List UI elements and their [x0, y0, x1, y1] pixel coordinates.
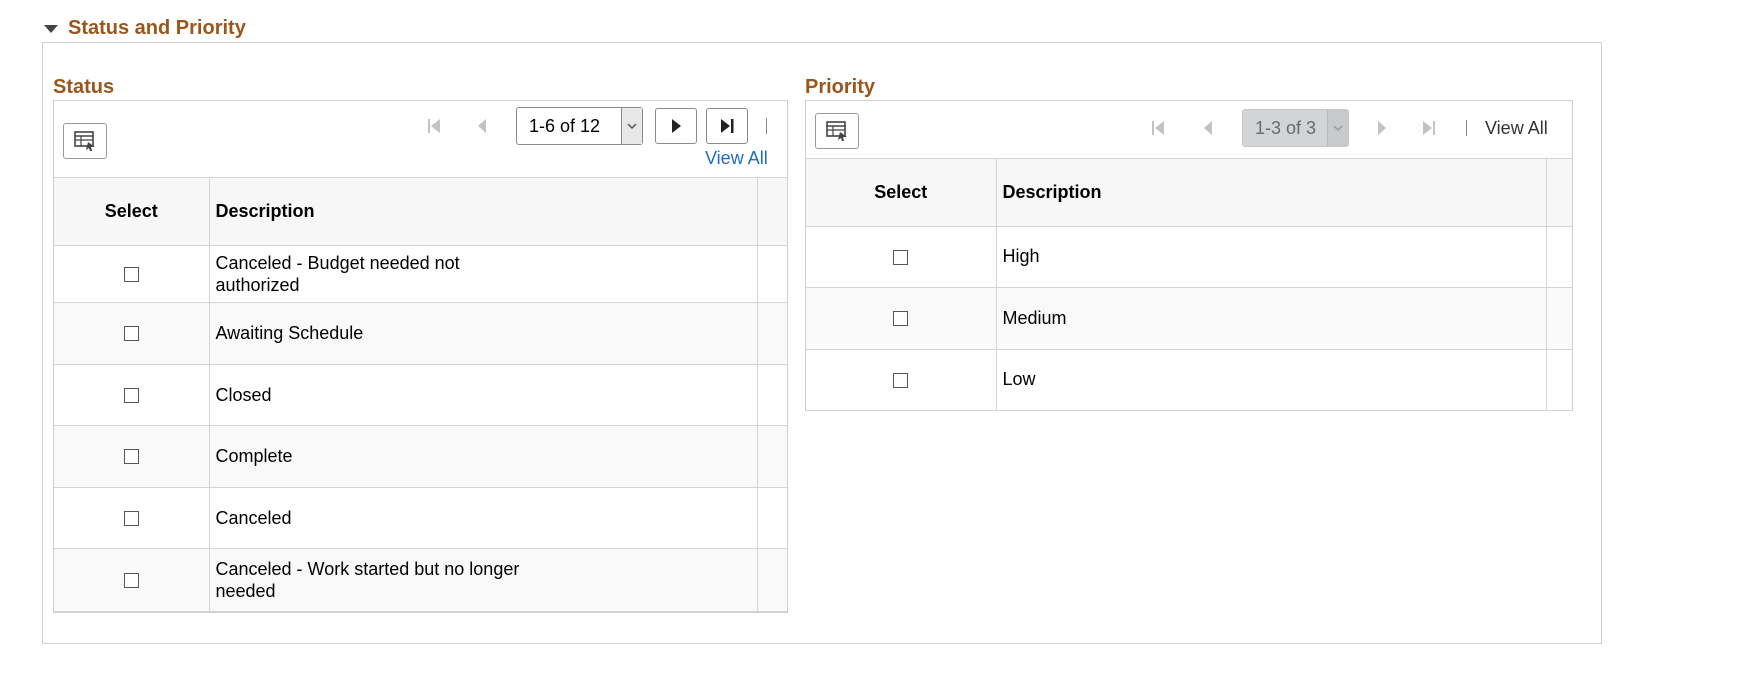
priority-last-page-button[interactable]: [1418, 113, 1440, 143]
priority-row-description: Low: [1002, 369, 1036, 389]
status-grid: 1-6 of 12 View All Select Description Ca…: [53, 100, 788, 613]
last-page-icon: [1423, 121, 1435, 135]
status-row-checkbox[interactable]: [123, 266, 139, 282]
status-row-description: Complete: [215, 446, 293, 466]
priority-toolbar-separator: [1466, 120, 1467, 136]
table-row: Canceled - Work started but no longer ne…: [54, 548, 787, 612]
status-grid-toolbar: 1-6 of 12 View All: [54, 101, 787, 178]
status-row-checkbox[interactable]: [123, 449, 139, 465]
priority-row-description: High: [1002, 246, 1040, 266]
status-previous-page-button[interactable]: [472, 111, 492, 141]
status-grid-title: Status: [53, 76, 115, 98]
table-row: Low: [806, 349, 1572, 411]
table-row: High: [806, 226, 1572, 288]
triangle-down-icon: [44, 25, 58, 33]
priority-previous-page-button[interactable]: [1198, 113, 1218, 143]
status-row-description: Canceled - Work started but no longer ne…: [215, 558, 520, 601]
status-extra-header: [757, 178, 787, 246]
priority-description-header: Description: [996, 159, 1547, 227]
first-page-icon: [1152, 121, 1164, 135]
status-last-page-button[interactable]: [706, 108, 748, 144]
status-row-description: Closed: [215, 384, 272, 405]
priority-extra-header: [1546, 159, 1572, 227]
previous-page-icon: [478, 119, 486, 133]
previous-page-icon: [1204, 121, 1212, 135]
status-view-all-link[interactable]: View All: [705, 148, 768, 169]
priority-next-page-button[interactable]: [1372, 113, 1392, 143]
status-row-checkbox[interactable]: [123, 510, 139, 526]
grid-personalize-icon: [826, 121, 847, 141]
status-page-range-select[interactable]: 1-6 of 12: [516, 107, 643, 145]
status-toolbar-separator: [766, 118, 767, 134]
status-personalize-button[interactable]: [63, 123, 107, 159]
status-description-header: Description: [209, 178, 758, 246]
next-page-icon: [672, 119, 681, 133]
priority-page-range: 1-3 of 3: [1255, 117, 1317, 138]
priority-row-checkbox[interactable]: [893, 311, 909, 327]
table-row: Closed: [54, 364, 787, 426]
status-table: Select Description Canceled - Budget nee…: [54, 178, 787, 612]
grid-personalize-icon: [74, 131, 95, 151]
table-row: Canceled: [54, 487, 787, 549]
priority-row-description: Medium: [1002, 307, 1067, 328]
priority-view-all-link[interactable]: View All: [1485, 118, 1548, 139]
table-row: Complete: [54, 425, 787, 488]
chevron-down-icon: [1333, 125, 1343, 132]
chevron-down-icon: [627, 123, 637, 130]
next-page-icon: [1378, 121, 1386, 135]
first-page-icon: [428, 119, 440, 133]
priority-select-header: Select: [806, 159, 997, 227]
section-title: Status and Priority: [68, 16, 246, 39]
status-row-description: Canceled: [215, 507, 292, 528]
priority-row-checkbox[interactable]: [893, 372, 909, 388]
priority-grid-title: Priority: [805, 76, 876, 98]
status-row-checkbox[interactable]: [123, 572, 139, 588]
status-select-header: Select: [54, 178, 210, 246]
priority-row-checkbox[interactable]: [893, 249, 909, 265]
priority-page-range-select[interactable]: 1-3 of 3: [1242, 109, 1349, 147]
status-row-description: Canceled - Budget needed not authorized: [215, 252, 460, 295]
section-collapse-toggle[interactable]: Status and Priority: [44, 16, 246, 40]
status-first-page-button[interactable]: [424, 111, 444, 141]
table-row: Awaiting Schedule: [54, 302, 787, 365]
status-row-checkbox[interactable]: [123, 326, 139, 342]
status-row-description: Awaiting Schedule: [215, 323, 364, 343]
table-row: Medium: [806, 287, 1572, 350]
status-row-checkbox[interactable]: [123, 387, 139, 403]
status-next-page-button[interactable]: [655, 108, 697, 144]
priority-grid: 1-3 of 3 View All Select Description Hig…: [805, 100, 1573, 411]
priority-personalize-button[interactable]: [815, 113, 859, 149]
priority-table: Select Description High Medium Low: [806, 159, 1572, 411]
priority-grid-toolbar: 1-3 of 3 View All: [806, 101, 1572, 159]
last-page-icon: [721, 119, 734, 133]
status-page-range: 1-6 of 12: [529, 115, 601, 136]
table-row: Canceled - Budget needed not authorized: [54, 245, 787, 303]
priority-first-page-button[interactable]: [1148, 113, 1168, 143]
